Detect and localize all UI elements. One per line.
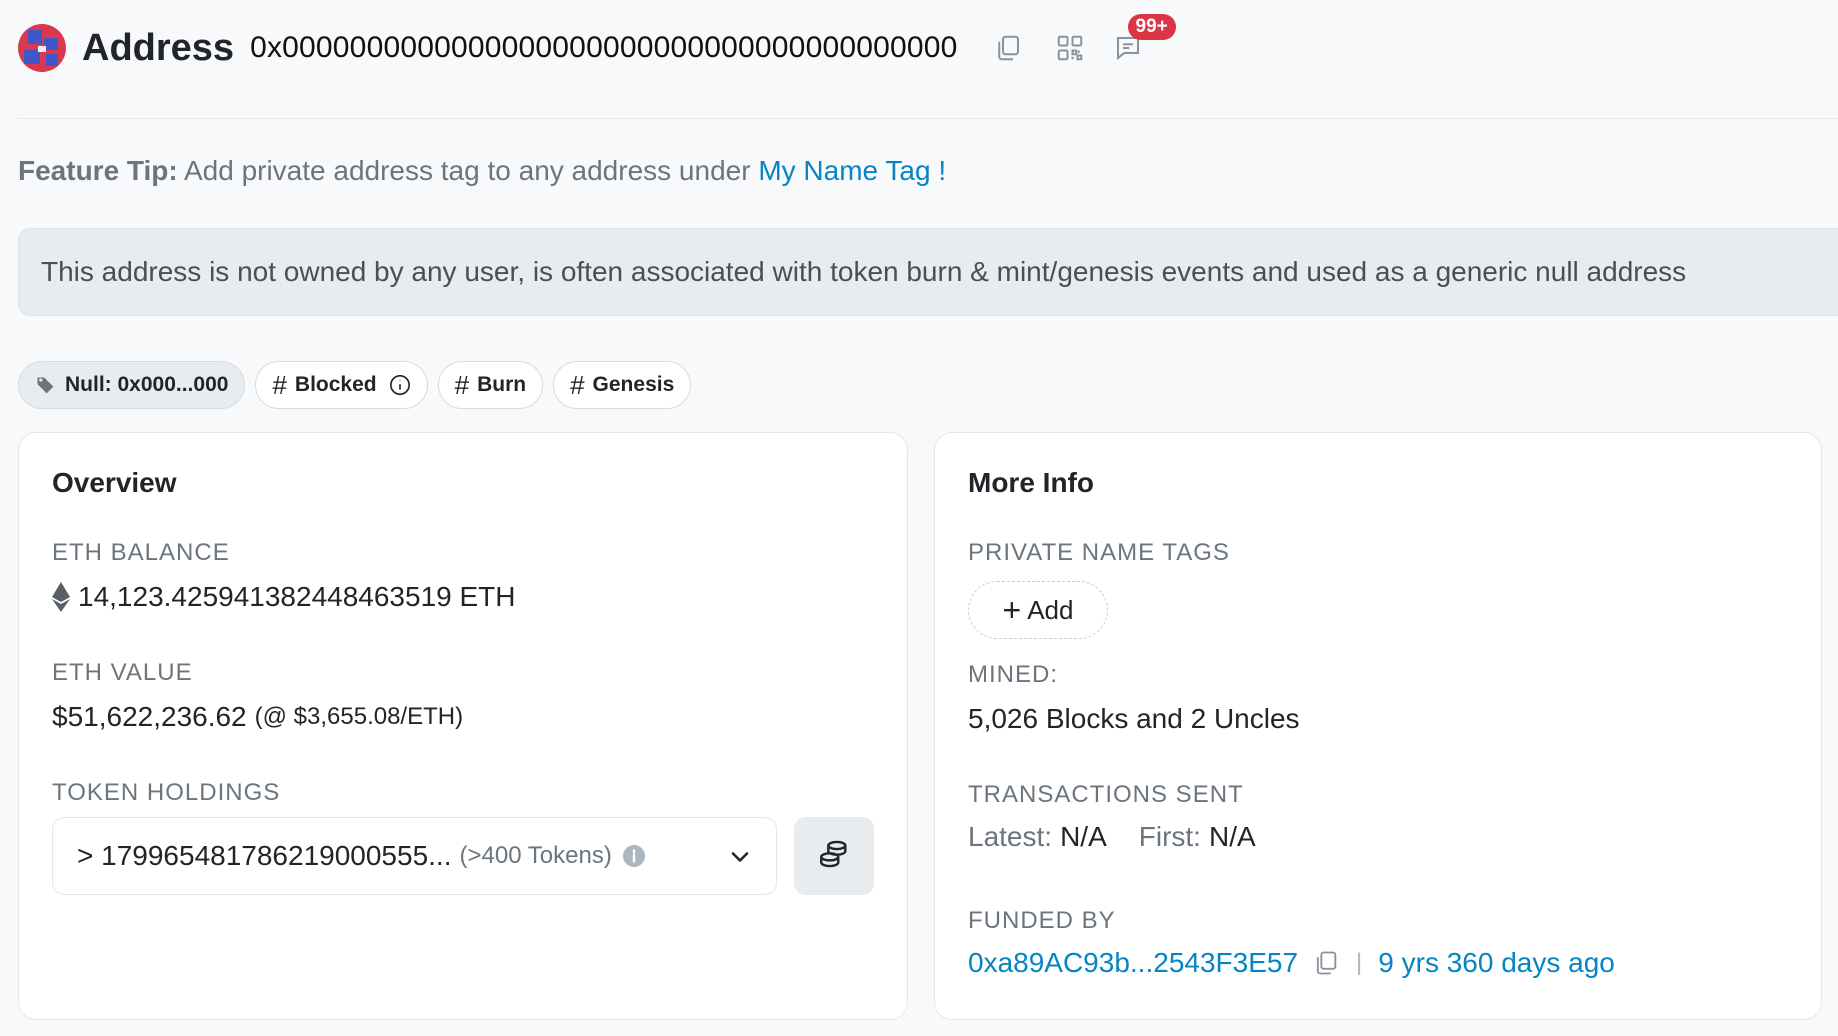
eth-value: $51,622,236.62 (@ $3,655.08/ETH) xyxy=(52,701,463,733)
latest-label: Latest: xyxy=(968,821,1053,852)
token-count: (>400 Tokens) xyxy=(459,842,612,869)
token-holdings-dropdown[interactable]: > 1799654817862190005​55... (>400 Tokens… xyxy=(52,817,777,895)
overview-card: Overview ETH BALANCE 14,123.425941382448… xyxy=(18,432,908,1020)
tag-label: Blocked xyxy=(294,373,377,396)
hash-icon: # xyxy=(570,369,585,400)
first-value: N/A xyxy=(1208,821,1256,852)
header-divider xyxy=(18,118,1838,119)
funded-age-link[interactable]: 9 yrs 360 days ago xyxy=(1378,947,1615,979)
tag-label: Genesis xyxy=(592,373,675,396)
transactions-sent-value: Latest: N/A First: N/A xyxy=(968,821,1256,853)
tag-label: Null: 0x000...000 xyxy=(65,373,229,396)
funded-by-row: 0xa89AC93b...2543F3E57 | 9 yrs 360 days … xyxy=(968,947,1615,979)
overview-title: Overview xyxy=(52,467,177,498)
funded-by-label: FUNDED BY xyxy=(968,907,1116,934)
tag-label: Burn xyxy=(477,373,527,396)
ethereum-icon xyxy=(52,582,70,612)
plus-icon: + xyxy=(1002,591,1022,628)
null-address-notice: This address is not owned by any user, i… xyxy=(18,228,1838,316)
separator: | xyxy=(1356,949,1363,976)
mined-value: 5,026 Blocks and 2 Uncles xyxy=(968,703,1300,734)
copy-icon[interactable] xyxy=(988,28,1028,68)
funded-by-address-link[interactable]: 0xa89AC93b...2543F3E57 xyxy=(968,947,1298,979)
address-hash: 0x00000000000000000000000000000000000000… xyxy=(250,31,958,64)
comments-icon[interactable]: 99+ xyxy=(1108,14,1176,68)
tag-null[interactable]: Null: 0x000...000 xyxy=(18,361,246,409)
token-holdings-button[interactable] xyxy=(794,817,874,895)
eth-value-amount: $51,622,236.62 xyxy=(52,701,247,732)
copy-icon[interactable] xyxy=(1312,949,1340,977)
add-label: Add xyxy=(1027,594,1074,625)
my-name-tag-link[interactable]: My Name Tag ! xyxy=(758,155,946,186)
eth-value-label: ETH VALUE xyxy=(52,659,193,686)
address-avatar xyxy=(18,24,66,72)
hash-icon: # xyxy=(454,369,470,400)
tag-genesis[interactable]: # Genesis xyxy=(553,361,692,409)
eth-balance-value: 14,123.425941382448463519 ETH xyxy=(52,581,516,613)
token-holdings-value: > 1799654817862190005​55... xyxy=(77,840,452,871)
coins-stack-icon xyxy=(817,837,851,876)
add-name-tag-button[interactable]: + Add xyxy=(968,581,1108,639)
page-title: Address xyxy=(82,26,235,69)
tag-icon xyxy=(35,375,55,395)
more-info-title: More Info xyxy=(968,467,1094,498)
info-circle-icon[interactable] xyxy=(389,374,411,396)
more-info-card: More Info PRIVATE NAME TAGS + Add MINED:… xyxy=(934,432,1822,1020)
notification-badge: 99+ xyxy=(1127,14,1176,40)
eth-price: (@ $3,655.08/ETH) xyxy=(254,703,464,730)
info-icon[interactable] xyxy=(622,844,646,868)
page-header: Address 0x000000000000000000000000000000… xyxy=(18,14,1176,78)
eth-balance-amount: 14,123.425941382448463519 ETH xyxy=(78,581,516,612)
feature-tip: Feature Tip: Add private address tag to … xyxy=(18,155,946,187)
address-tags: Null: 0x000...000 # Blocked # Burn # Gen… xyxy=(18,361,692,409)
feature-tip-text: Add private address tag to any address u… xyxy=(177,155,759,186)
chevron-down-icon[interactable] xyxy=(726,843,754,871)
tag-blocked[interactable]: # Blocked xyxy=(255,361,428,409)
transactions-sent-label: TRANSACTIONS SENT xyxy=(968,781,1244,808)
tag-burn[interactable]: # Burn xyxy=(437,361,544,409)
private-name-tags-label: PRIVATE NAME TAGS xyxy=(968,539,1230,566)
eth-balance-label: ETH BALANCE xyxy=(52,539,230,566)
qr-code-icon[interactable] xyxy=(1050,28,1090,68)
feature-tip-label: Feature Tip: xyxy=(18,155,178,186)
hash-icon: # xyxy=(272,369,287,400)
mined-label: MINED: xyxy=(968,661,1058,688)
first-label: First: xyxy=(1138,821,1201,852)
token-holdings-label: TOKEN HOLDINGS xyxy=(52,779,281,806)
latest-value: N/A xyxy=(1060,821,1107,852)
